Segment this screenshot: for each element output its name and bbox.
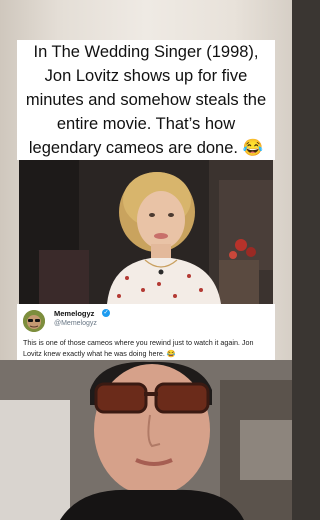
avatar[interactable] <box>23 310 45 332</box>
tweet-handle[interactable]: @Memelogyz <box>54 320 97 327</box>
avatar-image <box>23 310 45 332</box>
verified-badge-icon: ✓ <box>102 309 110 317</box>
caption-box: In The Wedding Singer (1998), Jon Lovitz… <box>17 40 275 160</box>
tweet-card[interactable]: Memelogyz ✓ @Memelogyz This is one of th… <box>17 304 275 366</box>
movie-still-image <box>19 160 273 304</box>
movie-clip[interactable] <box>19 160 273 304</box>
caption-text: In The Wedding Singer (1998), Jon Lovitz… <box>25 43 267 157</box>
tweet-text: This is one of those cameos where you re… <box>23 338 254 358</box>
creator-webcam-feed <box>0 360 292 520</box>
tweet-display-name[interactable]: Memelogyz <box>54 309 94 318</box>
creator-image <box>0 360 292 520</box>
